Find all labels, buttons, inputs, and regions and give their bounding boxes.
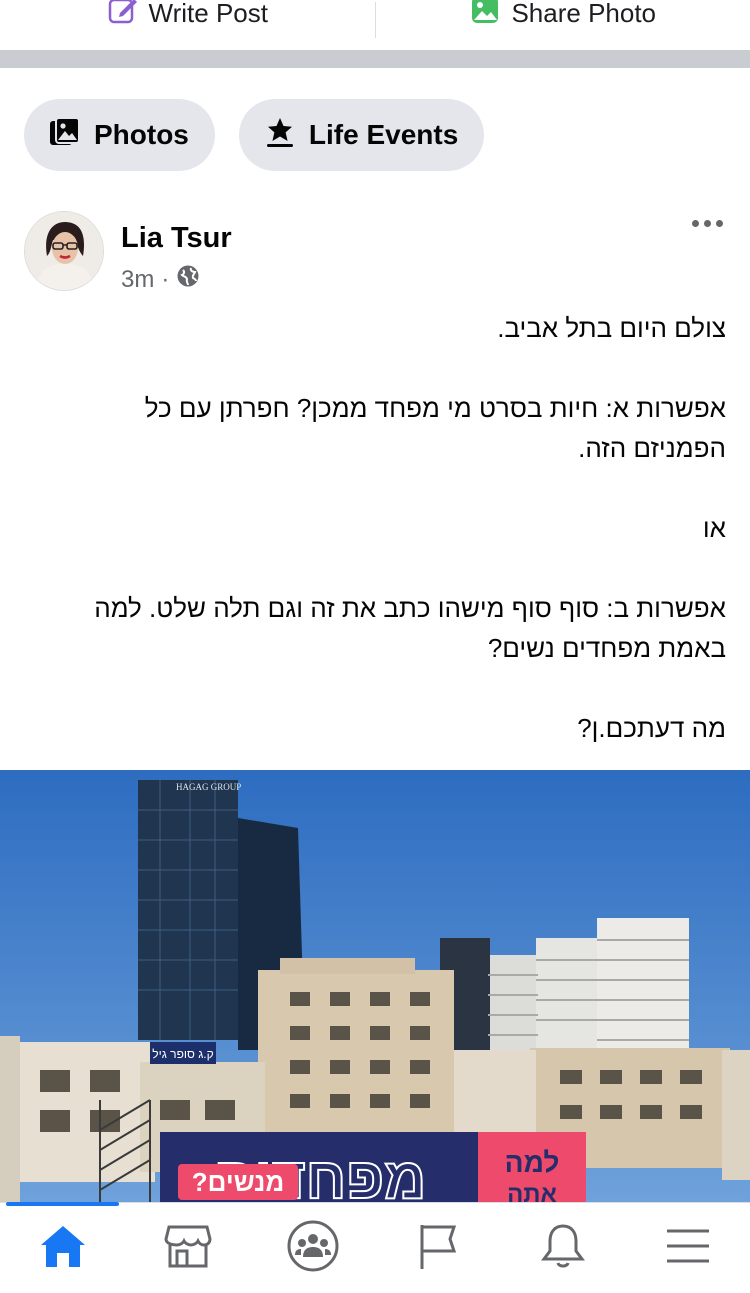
photos-chip[interactable]: Photos (24, 99, 215, 171)
post-line: אפשרות ב: סוף סוף מישהו כתב את זה וגם תל… (94, 593, 726, 623)
bottom-navigation (0, 1202, 750, 1293)
more-options-button[interactable] (692, 220, 723, 227)
billboard-right-text-2: אתה (507, 1181, 557, 1202)
globe-icon[interactable] (176, 264, 200, 295)
composer-actions: Write Post Share Photo (0, 0, 750, 50)
tab-notifications[interactable] (500, 1203, 625, 1293)
post-line: הפמניזם הזה. (578, 433, 726, 463)
menu-icon (665, 1226, 711, 1271)
tab-marketplace[interactable] (125, 1203, 250, 1293)
tab-menu[interactable] (625, 1203, 750, 1293)
building-sign: HAGAG GROUP (176, 782, 241, 792)
more-dot-icon (692, 220, 699, 227)
post-meta: 3m · (121, 264, 200, 295)
notifications-bell-icon (540, 1221, 586, 1276)
post-photo[interactable]: HAGAG GROUP ק.ג סופר גיל מפחדים מנשים? ל… (0, 770, 750, 1202)
pages-flag-icon (416, 1221, 460, 1276)
meta-separator: · (161, 265, 170, 293)
star-flag-icon (263, 115, 297, 156)
post-line: צולם היום בתל אביב. (497, 313, 726, 343)
edit-icon (107, 0, 139, 33)
more-dot-icon (704, 220, 711, 227)
photos-chip-label: Photos (94, 119, 189, 150)
tab-home[interactable] (0, 1202, 125, 1293)
home-icon (38, 1223, 88, 1274)
section-divider (0, 50, 750, 68)
post-line: אפשרות א: חיות בסרט מי מפחד ממכן? חפרתן … (144, 393, 726, 423)
tab-pages[interactable] (375, 1203, 500, 1293)
groups-icon (286, 1219, 340, 1278)
photo-icon (469, 0, 501, 33)
post-text: צולם היום בתל אביב. אפשרות א: חיות בסרט … (24, 308, 726, 748)
life-events-chip-label: Life Events (308, 119, 459, 150)
post-line: באמת מפחדים נשים? (487, 633, 726, 663)
post-line: או (702, 513, 726, 543)
more-dot-icon (716, 220, 723, 227)
photos-icon (48, 115, 82, 156)
marketplace-icon (163, 1223, 213, 1274)
share-photo-button[interactable]: Share Photo (376, 0, 750, 38)
store-sign: ק.ג סופר גיל (152, 1047, 213, 1061)
billboard-right-text-1: למה (505, 1147, 560, 1178)
share-photo-label: Share Photo (511, 0, 657, 28)
post-line: מה דעתכם.ן? (577, 713, 726, 743)
write-post-label: Write Post (148, 0, 268, 28)
tab-groups[interactable] (250, 1203, 375, 1293)
post-time[interactable]: 3m (121, 266, 154, 294)
life-events-chip[interactable]: Life Events (238, 99, 485, 171)
write-post-button[interactable]: Write Post (0, 0, 375, 38)
profile-chips: Photos Life Events (24, 99, 485, 171)
author-name[interactable]: Lia Tsur (121, 222, 232, 255)
billboard-sub-text: מנשים? (192, 1167, 284, 1197)
avatar[interactable] (24, 211, 104, 291)
